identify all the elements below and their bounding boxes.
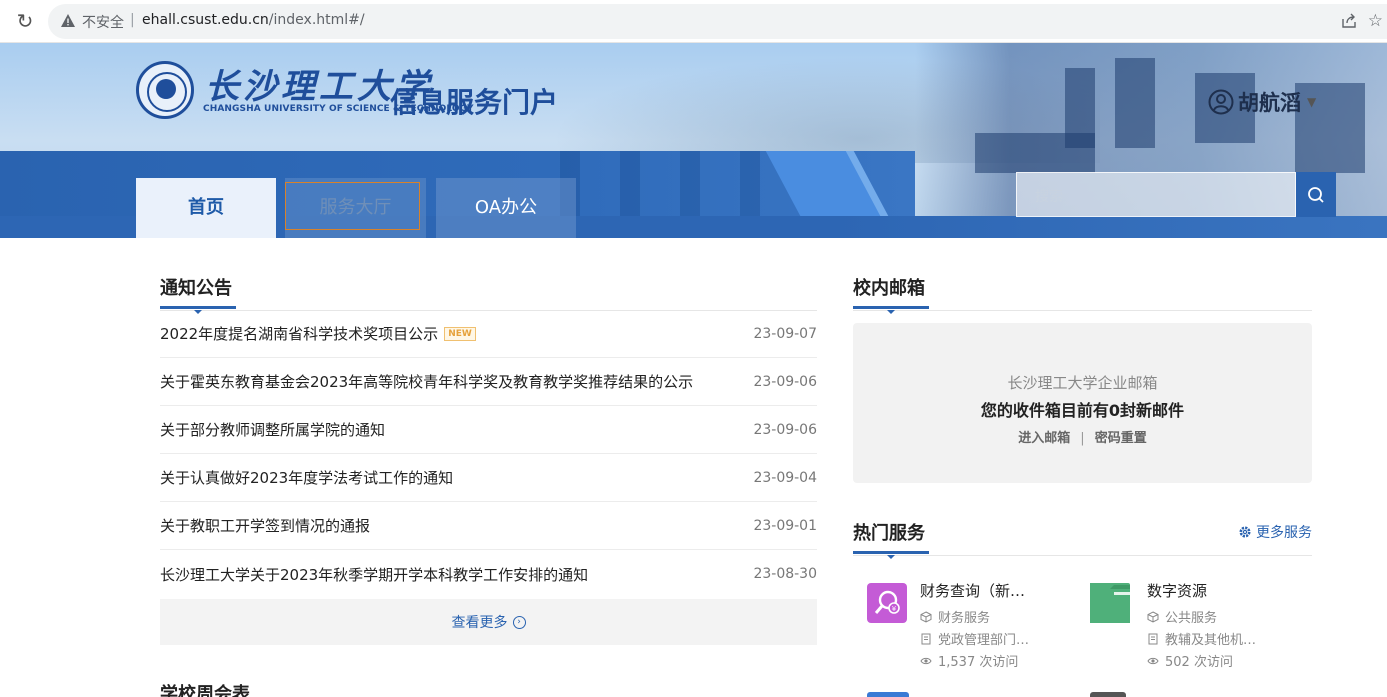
cube-icon xyxy=(920,610,932,623)
user-avatar-icon xyxy=(1208,89,1234,115)
notice-row[interactable]: 2022年度提名湖南省科学技术奖项目公示 NEW 23-09-07 xyxy=(160,310,817,358)
folder-icon xyxy=(1090,583,1130,623)
notice-row[interactable]: 关于认真做好2023年度学法考试工作的通知 23-09-04 xyxy=(160,454,817,502)
service-visits-text: 502 次访问 xyxy=(1165,655,1233,670)
service-visits-text: 1,537 次访问 xyxy=(938,655,1019,670)
service-category-text: 公共服务 xyxy=(1165,611,1218,626)
security-label: 不安全 xyxy=(82,15,124,31)
notice-date: 23-09-06 xyxy=(753,421,817,438)
notice-date: 23-08-30 xyxy=(753,566,817,582)
mail-provider: 长沙理工大学企业邮箱 xyxy=(1007,374,1158,392)
cube-icon xyxy=(1147,610,1159,623)
more-services-label: 更多服务 xyxy=(1256,525,1312,541)
eye-icon xyxy=(1147,657,1159,664)
url-separator: | xyxy=(130,12,135,28)
university-seal-logo[interactable] xyxy=(136,61,194,119)
notice-date: 23-09-06 xyxy=(753,373,817,390)
mailbox-title: 校内邮箱 xyxy=(853,278,925,299)
hot-services-underline xyxy=(853,551,929,559)
notice-title: 长沙理工大学关于2023年秋季学期开学本科教学工作安排的通知 xyxy=(160,565,589,584)
notice-row[interactable]: 关于部分教师调整所属学院的通知 23-09-06 xyxy=(160,406,817,454)
mail-status: 您的收件箱目前有0封新邮件 xyxy=(980,401,1185,420)
service-icon-partial xyxy=(867,692,909,697)
focus-outline xyxy=(285,182,420,230)
warning-icon xyxy=(61,14,75,27)
tab-service-hall[interactable]: 服务大厅 xyxy=(285,178,426,238)
enter-mailbox-link[interactable]: 进入邮箱 xyxy=(1018,431,1070,446)
hot-services-divider xyxy=(853,555,1312,556)
service-department-text: 教辅及其他机… xyxy=(1165,633,1257,648)
search-button[interactable] xyxy=(1296,172,1336,217)
svg-text:¥: ¥ xyxy=(892,605,897,613)
notice-row[interactable]: 长沙理工大学关于2023年秋季学期开学本科教学工作安排的通知 23-08-30 xyxy=(160,550,817,598)
service-department: 教辅及其他机… xyxy=(1147,629,1256,648)
address-bar[interactable]: 不安全 | ehall.csust.edu.cn/index.html#/ ☆ xyxy=(48,4,1387,39)
service-department: 党政管理部门… xyxy=(920,629,1029,648)
bookmark-star-icon[interactable]: ☆ xyxy=(1368,11,1383,31)
url-text[interactable]: ehall.csust.edu.cn/index.html#/ xyxy=(142,12,365,28)
service-visits: 1,537 次访问 xyxy=(920,651,1018,670)
service-category: 公共服务 xyxy=(1147,607,1217,626)
service-category: 财务服务 xyxy=(920,607,990,626)
reset-password-link[interactable]: 密码重置 xyxy=(1095,431,1147,446)
url-host: ehall.csust.edu.cn xyxy=(142,12,269,28)
service-card-finance[interactable]: ¥ 财务查询（新… 财务服务 党政管理部门… 1,537 次访问 xyxy=(867,580,1077,670)
notice-title: 关于霍英东教育基金会2023年高等院校青年科学奖及教育教学奖推荐结果的公示 xyxy=(160,373,694,391)
search-money-icon: ¥ xyxy=(867,583,907,623)
portal-title: 信息服务门户 xyxy=(390,86,559,119)
mailbox-card: 长沙理工大学企业邮箱 您的收件箱目前有0封新邮件 进入邮箱 | 密码重置 xyxy=(853,323,1312,483)
tab-oa[interactable]: OA办公 xyxy=(436,178,576,238)
notice-list: 2022年度提名湖南省科学技术奖项目公示 NEW 23-09-07 关于霍英东教育… xyxy=(160,310,817,598)
url-path: /index.html#/ xyxy=(268,12,365,28)
tab-home[interactable]: 首页 xyxy=(136,178,276,238)
service-name: 财务查询（新… xyxy=(920,582,1026,600)
notices-underline xyxy=(160,306,236,314)
service-visits: 502 次访问 xyxy=(1147,651,1233,670)
mailbox-underline xyxy=(853,306,929,314)
chevron-down-icon: ▼ xyxy=(1307,95,1317,109)
notice-date: 23-09-01 xyxy=(753,517,817,534)
notice-date: 23-09-04 xyxy=(753,469,817,486)
notice-title: 关于教职工开学签到情况的通报 xyxy=(160,517,371,535)
search-input[interactable]: 搜索 xyxy=(1016,172,1296,217)
notice-title: 关于认真做好2023年度学法考试工作的通知 xyxy=(160,469,454,487)
notice-date: 23-09-07 xyxy=(753,325,817,342)
notice-row[interactable]: 关于教职工开学签到情况的通报 23-09-01 xyxy=(160,502,817,550)
notices-title: 通知公告 xyxy=(160,278,232,299)
eye-icon xyxy=(920,657,932,664)
browser-toolbar: ↻ 不安全 | ehall.csust.edu.cn/index.html#/ … xyxy=(0,0,1387,43)
reload-icon[interactable]: ↻ xyxy=(14,10,36,32)
mail-links: 进入邮箱 | 密码重置 xyxy=(1018,431,1147,446)
new-badge: NEW xyxy=(444,326,476,341)
share-icon[interactable] xyxy=(1341,13,1357,29)
service-icon-partial xyxy=(1090,692,1126,697)
weekly-meeting-title: 学校周会表 xyxy=(160,684,250,697)
user-menu[interactable]: 胡航滔 ▼ xyxy=(1208,88,1316,116)
notice-title: 关于部分教师调整所属学院的通知 xyxy=(160,421,386,439)
notice-row[interactable]: 关于霍英东教育基金会2023年高等院校青年科学奖及教育教学奖推荐结果的公示 23… xyxy=(160,358,817,406)
mailbox-divider xyxy=(853,310,1312,311)
gear-icon xyxy=(1239,526,1251,538)
search-icon xyxy=(1308,186,1324,203)
service-category-text: 财务服务 xyxy=(938,611,991,626)
service-name: 数字资源 xyxy=(1147,582,1208,600)
notice-title: 2022年度提名湖南省科学技术奖项目公示 NEW xyxy=(160,323,476,344)
more-services-link[interactable]: 更多服务 xyxy=(1238,522,1312,542)
notice-title-text: 2022年度提名湖南省科学技术奖项目公示 xyxy=(160,325,439,343)
view-more-button[interactable]: 查看更多 › xyxy=(160,599,817,645)
header-banner: 长沙理工大学 CHANGSHA UNIVERSITY OF SCIENCE & … xyxy=(0,43,1387,238)
service-card-digital-resources[interactable]: 数字资源 公共服务 教辅及其他机… 502 次访问 xyxy=(1090,580,1300,670)
user-name: 胡航滔 xyxy=(1238,91,1301,115)
service-department-text: 党政管理部门… xyxy=(938,633,1030,648)
document-icon xyxy=(1148,633,1158,644)
chevron-right-circle-icon: › xyxy=(512,615,526,629)
view-more-label: 查看更多 xyxy=(451,615,508,631)
hot-services-title: 热门服务 xyxy=(853,523,925,544)
document-icon xyxy=(921,633,931,644)
